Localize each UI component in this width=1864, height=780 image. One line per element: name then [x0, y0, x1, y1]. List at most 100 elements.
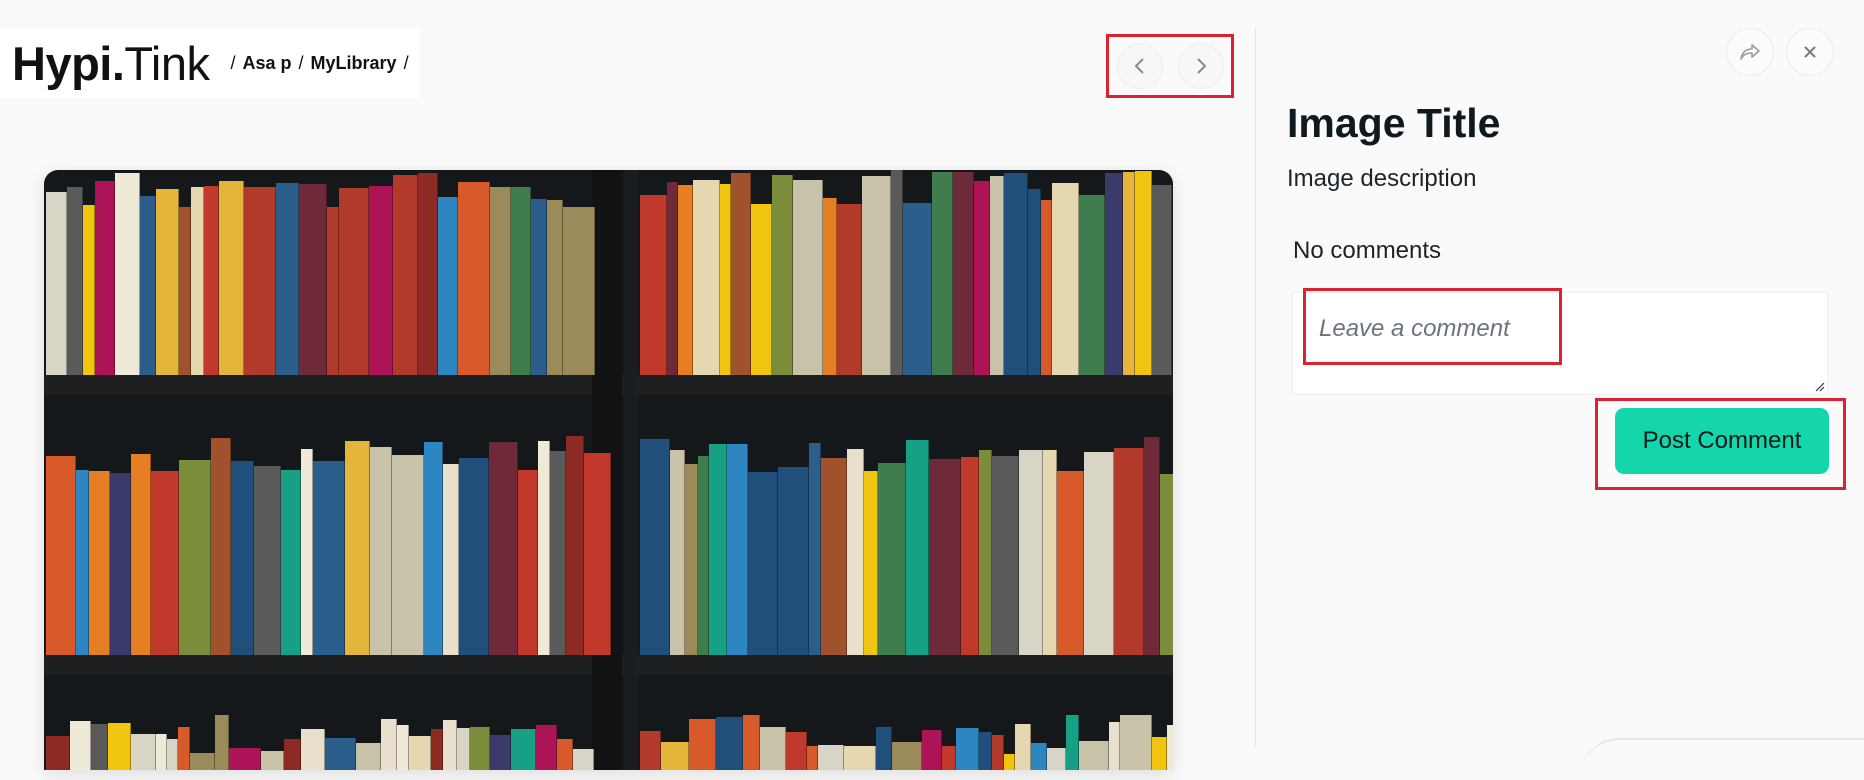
book-spine — [685, 464, 698, 655]
book-spine — [550, 451, 566, 655]
panel-divider — [1255, 28, 1256, 747]
book-spine — [956, 728, 979, 770]
book-spine — [458, 182, 490, 375]
book-spine — [229, 748, 261, 770]
close-button[interactable] — [1786, 28, 1834, 76]
book-spine — [538, 441, 550, 655]
book-spine — [369, 186, 393, 375]
book-spine — [979, 732, 992, 770]
breadcrumb: / Asa p / MyLibrary / — [223, 53, 415, 74]
comment-input[interactable] — [1293, 293, 1827, 394]
book-spine — [640, 731, 661, 770]
book-spine — [536, 725, 557, 770]
book-spine — [1160, 474, 1173, 655]
book-spine — [903, 203, 932, 375]
book-spine — [370, 447, 392, 655]
post-comment-button[interactable]: Post Comment — [1615, 408, 1829, 474]
book-spine — [431, 729, 443, 770]
next-image-button[interactable] — [1177, 43, 1224, 89]
book-spine — [878, 463, 906, 655]
book-spine — [557, 739, 573, 770]
book-spine — [46, 456, 76, 655]
book-spine — [992, 735, 1004, 770]
book-spine — [46, 192, 67, 375]
book-spine — [823, 198, 837, 375]
book-spine — [83, 205, 95, 375]
book-spine — [457, 728, 470, 770]
share-button[interactable] — [1726, 28, 1774, 76]
book-spine — [397, 725, 409, 770]
book-spine — [670, 450, 685, 655]
book-spine — [667, 182, 678, 375]
book-spine — [156, 734, 167, 770]
book-spine — [438, 197, 458, 375]
book-spine — [818, 745, 844, 770]
book-spine — [76, 470, 89, 655]
close-icon — [1804, 46, 1816, 58]
book-spine — [1120, 715, 1152, 770]
breadcrumb-user[interactable]: Asa p — [242, 53, 291, 74]
book-spine — [778, 467, 809, 655]
book-spine — [807, 746, 818, 770]
book-spine — [325, 738, 356, 770]
logo-light-text: Tink — [124, 36, 210, 90]
book-spine — [929, 459, 961, 655]
book-spine — [418, 173, 438, 375]
book-spine — [179, 460, 211, 655]
book-spine — [689, 719, 716, 770]
book-spine — [470, 727, 490, 770]
book-spine — [891, 170, 903, 375]
book-spine — [1028, 189, 1041, 375]
book-spine — [70, 721, 91, 770]
book-spine — [990, 176, 1004, 375]
book-spine — [284, 739, 301, 770]
book-spine — [511, 729, 536, 770]
book-spine — [1066, 715, 1079, 770]
breadcrumb-library[interactable]: MyLibrary — [311, 53, 397, 74]
book-spine — [489, 442, 518, 655]
book-spine — [961, 457, 979, 655]
resize-grip-icon[interactable] — [1813, 380, 1825, 392]
book-spine — [191, 187, 204, 375]
book-spine — [140, 196, 156, 375]
book-spine — [678, 185, 693, 375]
book-spine — [276, 183, 299, 375]
book-spine — [178, 727, 190, 770]
book-spine — [698, 456, 709, 655]
book-spine — [953, 172, 974, 375]
book-spine — [301, 449, 313, 655]
book-spine — [254, 466, 281, 655]
book-spine — [115, 173, 140, 375]
image-title: Image Title — [1287, 100, 1501, 146]
book-spine — [809, 443, 821, 655]
book-spine — [211, 438, 231, 655]
book-spine — [862, 176, 891, 375]
book-spine — [731, 173, 751, 375]
breadcrumb-separator: / — [403, 52, 409, 73]
book-spine — [167, 739, 178, 770]
book-spine — [490, 735, 511, 770]
book-spine — [219, 181, 244, 375]
breadcrumb-separator: / — [298, 52, 304, 73]
book-spine — [547, 200, 563, 375]
book-spine — [110, 473, 131, 655]
chevron-left-icon — [1134, 58, 1144, 74]
book-spine — [131, 734, 156, 770]
book-spine — [821, 458, 847, 655]
book-spine — [772, 175, 793, 375]
header-brand: Hypi.Tink / Asa p / MyLibrary / — [0, 28, 420, 98]
book-spine — [751, 204, 772, 375]
book-spine — [531, 199, 547, 375]
book-spine — [974, 181, 990, 375]
previous-image-button[interactable] — [1116, 43, 1163, 89]
book-spine — [876, 727, 892, 770]
book-spine — [720, 184, 731, 375]
book-spine — [1057, 471, 1084, 655]
comments-empty-state: No comments — [1293, 237, 1442, 264]
book-spine — [459, 458, 489, 655]
book-spine — [1004, 173, 1028, 375]
book-spine — [409, 736, 431, 770]
book-spine — [1144, 437, 1160, 655]
book-spine — [1031, 743, 1047, 770]
logo[interactable]: Hypi.Tink — [12, 36, 210, 90]
